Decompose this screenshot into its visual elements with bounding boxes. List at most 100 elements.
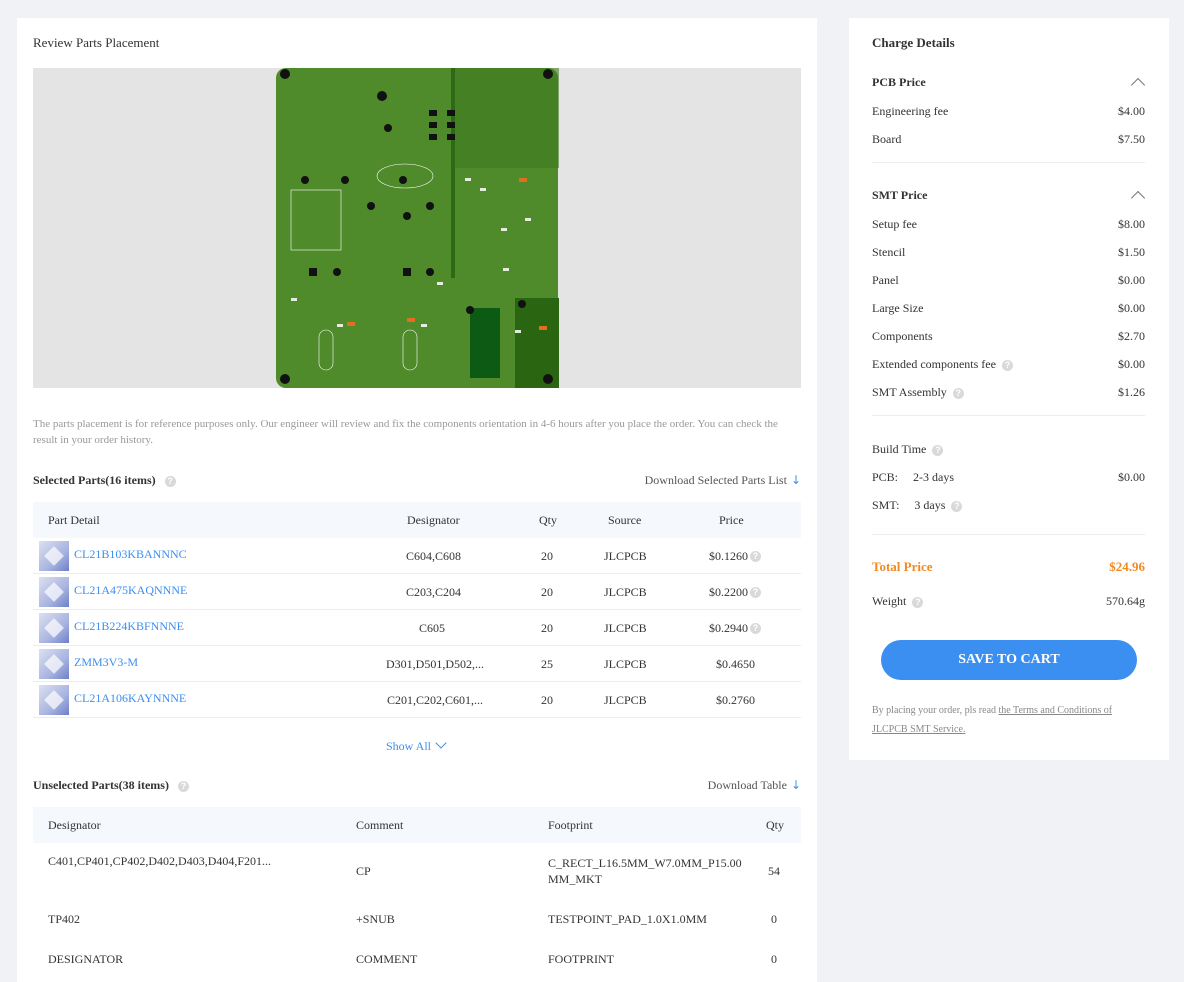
- column-header: Qty: [539, 513, 557, 527]
- part-link[interactable]: CL21A475KAQNNNE: [74, 583, 187, 598]
- column-header: Price: [719, 513, 744, 527]
- part-link[interactable]: ZMM3V3-M: [74, 655, 138, 670]
- part-thumbnail: [39, 649, 69, 679]
- charge-row-stencil: Stencil $1.50: [872, 245, 1145, 260]
- charge-label: Engineering fee: [872, 104, 949, 118]
- table-row: ZMM3V3-M D301,D501,D502,... 25 JLCPCB $0…: [33, 646, 801, 682]
- help-icon[interactable]: ?: [177, 780, 189, 792]
- source-cell: JLCPCB: [604, 549, 647, 563]
- help-icon[interactable]: ?: [912, 596, 924, 608]
- charge-label: Large Size: [872, 301, 924, 315]
- weight-value: 570.64g: [1106, 594, 1145, 608]
- price-cell: $0.1260: [709, 549, 748, 563]
- price-info-icon[interactable]: ?: [750, 551, 761, 562]
- pcb-price-toggle[interactable]: PCB Price: [872, 75, 926, 90]
- save-to-cart-button[interactable]: SAVE TO CART: [881, 640, 1137, 680]
- charge-row-panel: Panel $0.00: [872, 273, 1145, 288]
- table-row: CL21B224KBFNNNE C605 20 JLCPCB $0.2940 ?: [33, 610, 801, 646]
- total-price-value: $24.96: [1109, 559, 1145, 574]
- column-header: Designator: [48, 818, 101, 832]
- price-info-icon[interactable]: ?: [750, 623, 761, 634]
- help-icon[interactable]: ?: [951, 500, 963, 512]
- charge-value: $8.00: [1118, 217, 1145, 231]
- table-row: TP402 +SNUB TESTPOINT_PAD_1.0X1.0MM 0: [33, 907, 801, 947]
- column-header: Qty: [766, 818, 784, 832]
- divider: [872, 415, 1145, 416]
- charge-label: Panel: [872, 273, 899, 287]
- pcb-board-image: [276, 68, 559, 388]
- pcb-preview: [33, 68, 801, 388]
- table-row: CL21A475KAQNNNE C203,C204 20 JLCPCB $0.2…: [33, 574, 801, 610]
- charge-label: Stencil: [872, 245, 906, 259]
- designator-cell: C604,C608: [406, 549, 462, 563]
- download-table-link[interactable]: Download Table ↓: [708, 778, 801, 793]
- price-cell: $0.4650: [716, 657, 755, 671]
- charge-value: $7.50: [1118, 132, 1145, 146]
- column-header: Source: [608, 513, 642, 527]
- divider: [872, 534, 1145, 535]
- parts-placement-card: Review Parts Placement The parts placeme…: [17, 18, 817, 982]
- charge-label: Components: [872, 329, 933, 343]
- qty-cell: 25: [541, 657, 553, 671]
- charge-row-extended-components-fee: Extended components fee ? $0.00: [872, 357, 1145, 372]
- build-time-pcb-label: PCB:: [872, 470, 899, 484]
- charge-details-title: Charge Details: [872, 35, 955, 50]
- unselected-parts-header: Unselected Parts(38 items) ?: [33, 778, 189, 793]
- download-selected-parts-link[interactable]: Download Selected Parts List ↓: [645, 473, 801, 488]
- charge-value: $0.00: [1118, 357, 1145, 371]
- part-link[interactable]: CL21B103KBANNNC: [74, 547, 187, 562]
- charge-value: $1.26: [1118, 385, 1145, 399]
- charge-value: $1.50: [1118, 245, 1145, 259]
- charge-row-engineering-fee: Engineering fee $4.00: [872, 104, 1145, 119]
- build-time-pcb-days[interactable]: 2-3 days: [913, 470, 954, 484]
- chevron-up-icon[interactable]: [1130, 190, 1146, 206]
- weight-label: Weight: [872, 594, 907, 608]
- charge-row-board: Board $7.50: [872, 132, 1145, 147]
- designator-cell: C401,CP401,CP402,D402,D403,D404,F201...: [48, 854, 272, 868]
- help-icon[interactable]: ?: [932, 444, 944, 456]
- table-row: C401,CP401,CP402,D402,D403,D404,F201... …: [33, 843, 801, 907]
- help-icon[interactable]: ?: [952, 387, 964, 399]
- charge-value: $2.70: [1118, 329, 1145, 343]
- build-time-label-row: Build Time ?: [872, 442, 1145, 457]
- download-icon: ↓: [790, 778, 801, 792]
- source-cell: JLCPCB: [604, 693, 647, 707]
- footprint-cell-cont: MM_MKT: [548, 872, 603, 886]
- source-cell: JLCPCB: [604, 657, 647, 671]
- source-cell: JLCPCB: [604, 621, 647, 635]
- footprint-cell: TESTPOINT_PAD_1.0X1.0MM: [548, 912, 707, 926]
- table-row: DESIGNATOR COMMENT FOOTPRINT 0: [33, 947, 801, 982]
- help-icon[interactable]: ?: [164, 475, 176, 487]
- charge-details-card: Charge Details PCB Price Engineering fee…: [849, 18, 1169, 760]
- price-info-icon[interactable]: ?: [750, 587, 761, 598]
- designator-cell: C203,C204: [406, 585, 462, 599]
- help-icon[interactable]: ?: [1001, 359, 1013, 371]
- chevron-up-icon[interactable]: [1130, 77, 1146, 93]
- charge-label: Setup fee: [872, 217, 917, 231]
- qty-cell: 20: [541, 621, 553, 635]
- designator-cell: C605: [419, 621, 446, 635]
- qty-cell: 54: [768, 864, 780, 878]
- build-time-smt-days: 3 days: [914, 498, 946, 512]
- show-all-button[interactable]: Show All: [386, 737, 447, 754]
- charge-row-components: Components $2.70: [872, 329, 1145, 344]
- download-table-label: Download Table: [707, 778, 787, 792]
- build-time-pcb-row: PCB: 2-3 days $0.00: [872, 470, 1145, 485]
- build-time-smt-label: SMT:: [872, 498, 900, 512]
- smt-price-toggle[interactable]: SMT Price: [872, 188, 927, 203]
- part-thumbnail: [39, 577, 69, 607]
- part-link[interactable]: CL21B224KBFNNNE: [74, 619, 184, 634]
- part-link[interactable]: CL21A106KAYNNNE: [74, 691, 186, 706]
- part-thumbnail: [39, 613, 69, 643]
- charge-value: $0.00: [1118, 273, 1145, 287]
- charge-row-setup-fee: Setup fee $8.00: [872, 217, 1145, 232]
- charge-row-smt-assembly: SMT Assembly ? $1.26: [872, 385, 1145, 400]
- table-header: Part Detail Designator Qty Source Price: [33, 502, 801, 538]
- part-thumbnail: [39, 685, 69, 715]
- weight-row: Weight ? 570.64g: [872, 594, 1145, 609]
- table-row: CL21B103KBANNNC C604,C608 20 JLCPCB $0.1…: [33, 538, 801, 574]
- chevron-down-icon: [435, 737, 447, 749]
- charge-row-large-size: Large Size $0.00: [872, 301, 1145, 316]
- total-price-row: Total Price $24.96: [872, 559, 1145, 575]
- build-time-pcb-value: $0.00: [1118, 470, 1145, 484]
